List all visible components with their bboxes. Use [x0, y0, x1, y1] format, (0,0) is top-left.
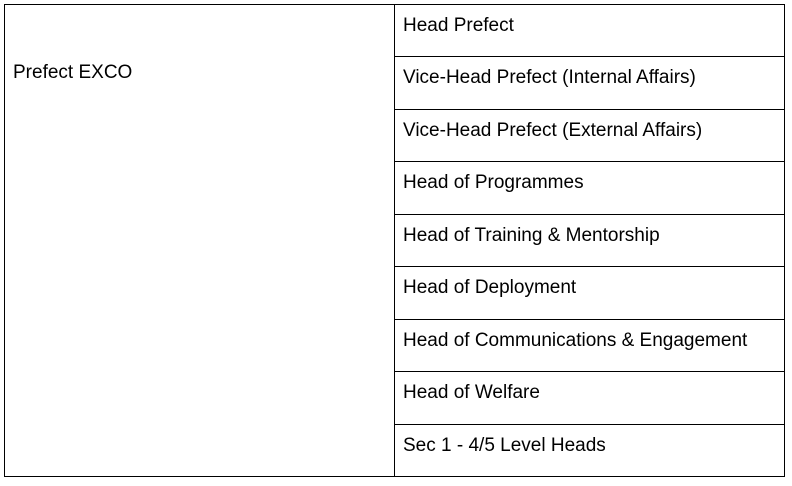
role-label: Vice-Head Prefect (Internal Affairs)	[403, 67, 696, 89]
role-label: Head of Deployment	[403, 277, 577, 299]
role-label: Head of Communications & Engagement	[403, 329, 748, 351]
table-row: Prefect EXCO Head Prefect	[4, 3, 785, 477]
role-label: Head Prefect	[403, 15, 514, 36]
role-label: Sec 1 - 4/5 Level Heads	[403, 434, 606, 456]
role-cell: Head of Communications & Engagement	[394, 318, 785, 373]
role-cell: Head of Deployment	[394, 266, 785, 320]
group-label: Prefect EXCO	[13, 62, 133, 83]
role-label: Head of Welfare	[403, 382, 540, 404]
role-cell: Head Prefect	[394, 3, 785, 58]
role-cell: Vice-Head Prefect (Internal Affairs)	[394, 56, 785, 110]
role-label: Head of Training & Mentorship	[403, 224, 660, 246]
group-label-cell: Prefect EXCO	[4, 4, 395, 477]
role-cell: Head of Training & Mentorship	[394, 213, 785, 268]
role-cell: Vice-Head Prefect (External Affairs)	[394, 108, 785, 163]
role-cell: Head of Programmes	[394, 161, 785, 215]
role-label: Head of Programmes	[403, 172, 584, 194]
role-label: Vice-Head Prefect (External Affairs)	[403, 119, 703, 141]
role-cell: Sec 1 - 4/5 Level Heads	[394, 423, 785, 477]
prefect-exco-table: Prefect EXCO Head Prefect Vice-Head Pref…	[4, 3, 785, 477]
role-cell: Head of Welfare	[394, 371, 785, 425]
